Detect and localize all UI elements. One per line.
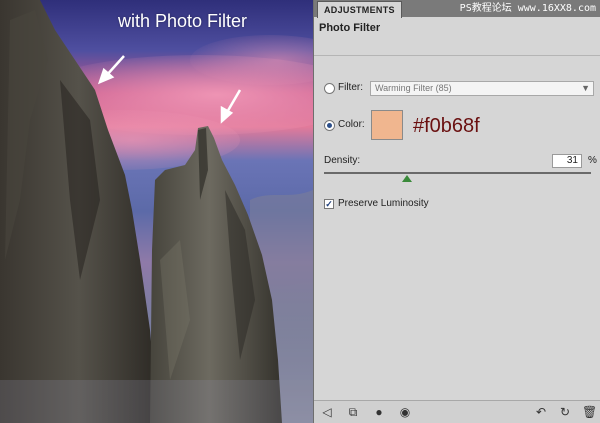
filter-dropdown-value: Warming Filter (85) — [375, 83, 452, 93]
mountain-photo — [0, 0, 313, 423]
filter-radio[interactable] — [324, 83, 335, 94]
panel-tab-bar: ADJUSTMENTS PS教程论坛 www.16XX8.com — [314, 0, 600, 18]
chevron-down-icon: ▼ — [581, 83, 590, 93]
watermark-text: PS教程论坛 www.16XX8.com — [459, 3, 596, 14]
eye-visibility-icon[interactable]: ◉ — [398, 405, 412, 419]
density-label: Density: — [324, 155, 361, 166]
filter-dropdown[interactable]: Warming Filter (85) ▼ — [370, 81, 594, 96]
trash-icon[interactable]: 🗑 — [582, 405, 597, 419]
color-hex-label: #f0b68f — [413, 115, 480, 137]
density-unit: % — [588, 155, 597, 166]
reset-icon[interactable]: ↻ — [558, 405, 572, 419]
panel-footer: ◁ ⧉ ● ◉ ↶ ↻ 🗑 — [314, 400, 600, 423]
photo-canvas: with Photo Filter — [0, 0, 313, 423]
color-label: Color: — [338, 119, 365, 130]
preserve-luminosity-checkbox[interactable]: ✓ — [324, 199, 334, 209]
panel-title: Photo Filter — [319, 22, 381, 34]
preserve-luminosity-label: Preserve Luminosity — [338, 198, 429, 209]
color-swatch[interactable] — [371, 110, 403, 140]
adjustments-panel: ADJUSTMENTS PS教程论坛 www.16XX8.com Photo F… — [313, 0, 600, 423]
density-slider-thumb[interactable] — [401, 175, 412, 182]
color-radio[interactable] — [324, 120, 335, 131]
clip-to-layer-icon[interactable]: ⧉ — [346, 405, 360, 419]
title-divider — [314, 55, 600, 56]
density-input[interactable]: 31 — [552, 154, 582, 168]
back-arrow-icon[interactable]: ◁ — [320, 405, 334, 419]
density-slider-track[interactable] — [324, 172, 591, 174]
tab-adjustments[interactable]: ADJUSTMENTS — [317, 1, 402, 18]
filter-label: Filter: — [338, 82, 363, 93]
photo-caption: with Photo Filter — [118, 11, 248, 31]
layer-mask-icon[interactable]: ● — [372, 405, 386, 419]
preview-toggle-icon[interactable]: ↶ — [534, 405, 548, 419]
